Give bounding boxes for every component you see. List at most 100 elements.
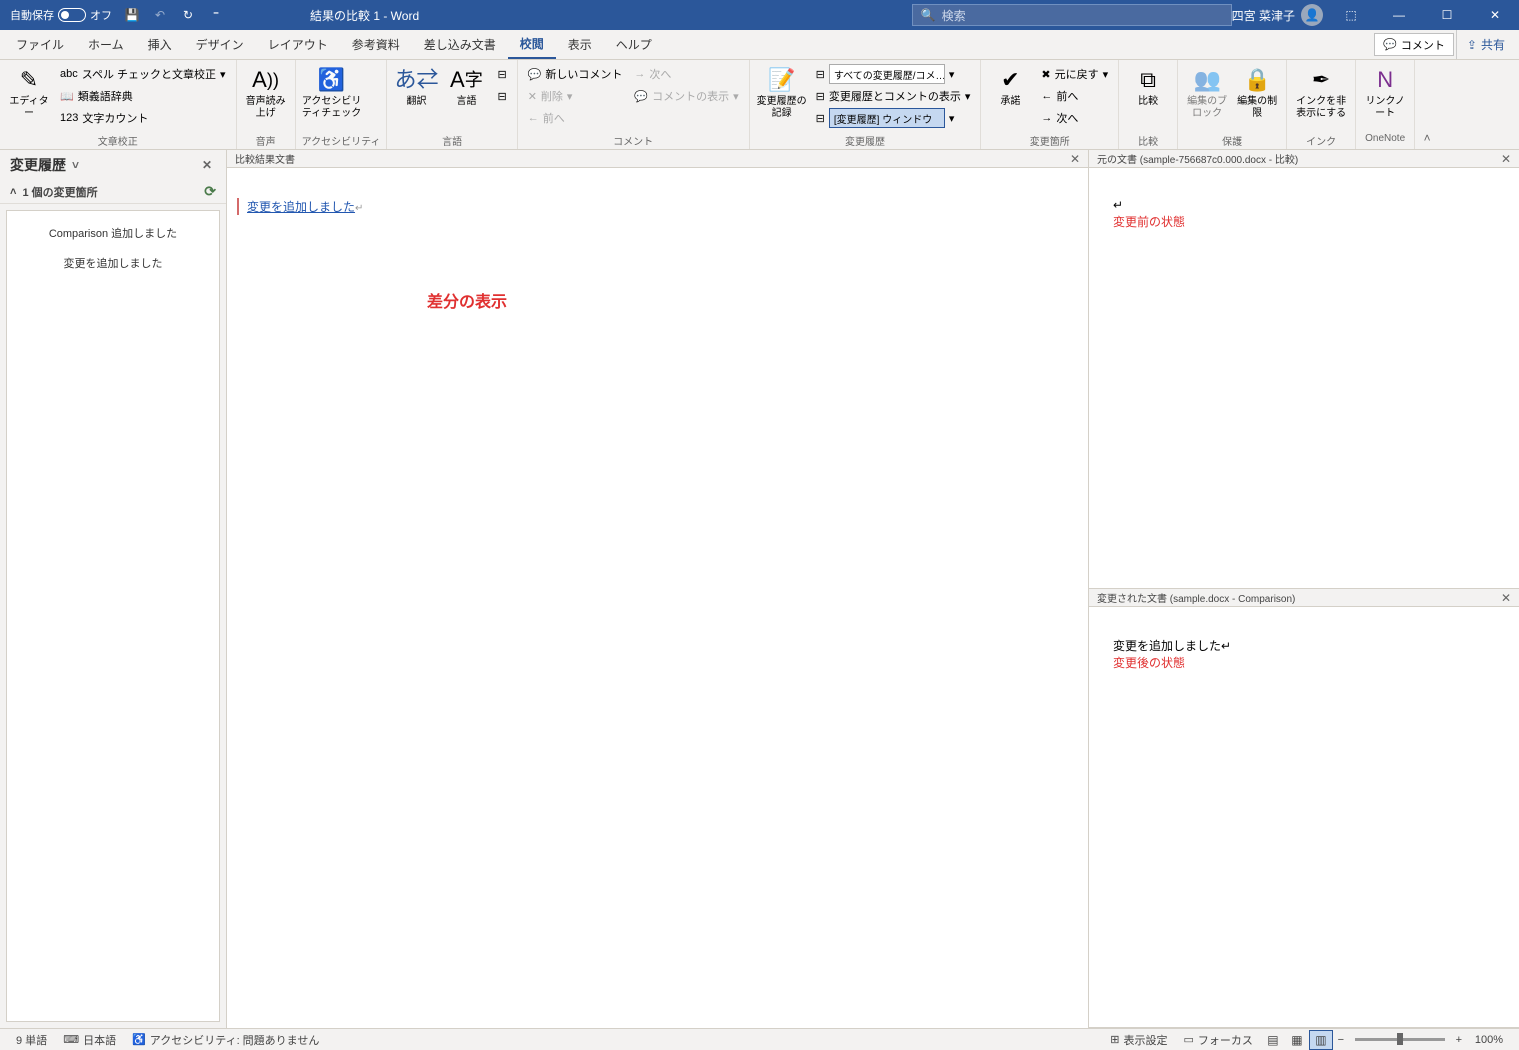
undo-button[interactable]: ↶ [146, 1, 174, 29]
show-comments-button[interactable]: 💬コメントの表示▾ [630, 86, 742, 106]
compare-pane-title: 比較結果文書 [235, 151, 295, 166]
zoom-in-button[interactable]: + [1451, 1034, 1467, 1046]
lang-opt1-button[interactable]: ⊟ [493, 64, 510, 84]
next-comment-label: 次へ [649, 66, 671, 82]
show-markup-label: 変更履歴とコメントの表示 [829, 88, 961, 104]
ribbon-display-button[interactable]: ⬚ [1331, 0, 1371, 30]
lang-opt-icon: ⊟ [497, 90, 506, 103]
compare-icon: ⧉ [1140, 66, 1156, 94]
editor-button[interactable]: ✎エディター [6, 62, 52, 120]
comment-button[interactable]: 💬コメント [1374, 33, 1454, 56]
collapse-ribbon-button[interactable]: ˄ [1415, 60, 1439, 149]
lang-opt2-button[interactable]: ⊟ [493, 86, 510, 106]
group-protect-label: 保護 [1184, 133, 1280, 149]
compare-button[interactable]: ⧉ 比較 [1125, 62, 1171, 108]
wordcount-button[interactable]: 123文字カウント [56, 108, 230, 128]
word-count-status[interactable]: 9 単語 [8, 1032, 55, 1048]
reviewing-pane-value[interactable]: [変更履歴] ウィンドウ [829, 108, 945, 128]
translate-button[interactable]: あ⇄翻訳 [393, 62, 439, 108]
block-authors-button[interactable]: 👥編集のブロック [1184, 62, 1230, 120]
readaloud-button[interactable]: A))音声読み上げ [243, 62, 289, 120]
compare-document-surface[interactable]: 変更を追加しました↵ 差分の表示 [227, 168, 1088, 1028]
web-layout-button[interactable]: ▥ [1309, 1030, 1333, 1050]
print-layout-button[interactable]: ▦ [1285, 1030, 1309, 1050]
user-account[interactable]: 四宮 菜津子 👤 [1232, 4, 1323, 26]
chevron-up-icon: ˄ [1424, 131, 1431, 145]
accept-button[interactable]: ✔承諾 [987, 62, 1033, 108]
search-box[interactable]: 🔍 検索 [912, 4, 1232, 26]
reject-button[interactable]: ✖元に戻す▾ [1037, 64, 1112, 84]
zoom-level[interactable]: 100% [1467, 1034, 1511, 1046]
next-icon: → [1041, 112, 1052, 124]
revisions-dropdown-button[interactable]: ˅ [66, 158, 85, 172]
minimize-button[interactable]: — [1379, 0, 1419, 30]
revisions-close-button[interactable]: ✕ [198, 158, 216, 172]
tab-home[interactable]: ホーム [76, 30, 136, 59]
linked-notes-button[interactable]: Nリンクノート [1362, 62, 1408, 120]
tab-layout[interactable]: レイアウト [256, 30, 340, 59]
show-markup-button[interactable]: ⊟変更履歴とコメントの表示▾ [812, 86, 975, 106]
thesaurus-button[interactable]: 📖類義語辞典 [56, 86, 230, 106]
tab-view[interactable]: 表示 [556, 30, 604, 59]
inserted-text[interactable]: 変更を追加しました [247, 200, 355, 214]
delete-comment-button[interactable]: ✕削除▾ [524, 86, 627, 106]
revision-text[interactable]: 変更を追加しました [17, 255, 209, 271]
revision-author[interactable]: Comparison 追加しました [17, 225, 209, 241]
accessibility-button[interactable]: ♿アクセシビリティチェック [302, 62, 362, 120]
maximize-button[interactable]: ☐ [1427, 0, 1467, 30]
compare-label: 比較 [1138, 96, 1158, 108]
display-mode-combo[interactable]: ⊟すべての変更履歴/コメ…▾ [812, 64, 975, 84]
close-button[interactable]: ✕ [1475, 0, 1515, 30]
tab-file[interactable]: ファイル [4, 30, 76, 59]
next-comment-button[interactable]: →次へ [630, 64, 742, 84]
restrict-editing-button[interactable]: 🔒編集の制限 [1234, 62, 1280, 120]
reviewing-pane-button[interactable]: ⊟[変更履歴] ウィンドウ▾ [812, 108, 975, 128]
prev-icon: ← [528, 112, 539, 124]
tab-mailings[interactable]: 差し込み文書 [412, 30, 508, 59]
redo-button[interactable]: ↻ [174, 1, 202, 29]
source-documents-column: 元の文書 (sample-756687c0.000.docx - 比較) ✕ ↵… [1089, 150, 1519, 1028]
focus-mode-button[interactable]: ▭フォーカス [1175, 1032, 1260, 1048]
tab-design[interactable]: デザイン [184, 30, 256, 59]
title-bar: 自動保存 オフ 💾 ↶ ↻ ⁼ 結果の比較 1 - Word 🔍 検索 四宮 菜… [0, 0, 1519, 30]
track-changes-button[interactable]: 📝変更履歴の記録 [756, 62, 808, 120]
group-changes-label: 変更箇所 [987, 133, 1112, 149]
revisions-collapse-icon[interactable]: ˄ [10, 186, 16, 198]
ribbon-tabs: ファイル ホーム 挿入 デザイン レイアウト 参考資料 差し込み文書 校閲 表示… [0, 30, 1519, 60]
tab-help[interactable]: ヘルプ [604, 30, 664, 59]
prev-comment-button[interactable]: ←前へ [524, 108, 627, 128]
next-change-button[interactable]: →次へ [1037, 108, 1112, 128]
avatar-icon: 👤 [1301, 4, 1323, 26]
save-button[interactable]: 💾 [118, 1, 146, 29]
zoom-slider[interactable] [1355, 1038, 1445, 1041]
prev-change-button[interactable]: ←前へ [1037, 86, 1112, 106]
tab-references[interactable]: 参考資料 [340, 30, 412, 59]
accessibility-status[interactable]: ♿アクセシビリティ: 問題ありません [124, 1032, 327, 1048]
new-comment-button[interactable]: 💬新しいコメント [524, 64, 627, 84]
autosave-toggle[interactable]: 自動保存 オフ [4, 7, 118, 23]
original-pane-close-button[interactable]: ✕ [1501, 152, 1511, 166]
track-changes-icon: 📝 [768, 66, 795, 94]
display-mode-value[interactable]: すべての変更履歴/コメ… [829, 64, 945, 84]
ribbon-display-icon: ⬚ [1345, 8, 1356, 22]
language-status[interactable]: ⌨日本語 [55, 1032, 124, 1048]
share-button[interactable]: ⇪共有 [1456, 30, 1515, 59]
group-comments: 💬新しいコメント ✕削除▾ ←前へ →次へ 💬コメントの表示▾ コメント [518, 60, 750, 149]
language-button[interactable]: A字言語 [443, 62, 489, 108]
chevron-down-icon: ▾ [567, 90, 573, 103]
compare-pane-close-button[interactable]: ✕ [1070, 152, 1080, 166]
refresh-button[interactable]: ⟳ [204, 183, 216, 200]
spellcheck-button[interactable]: abcスペル チェックと文章校正▾ [56, 64, 230, 84]
display-settings-button[interactable]: ⊞表示設定 [1102, 1032, 1175, 1048]
hide-ink-button[interactable]: ✒インクを非表示にする [1293, 62, 1349, 120]
autosave-label: 自動保存 [10, 7, 54, 23]
original-document-surface[interactable]: ↵ 変更前の状態 [1089, 168, 1519, 588]
read-mode-button[interactable]: ▤ [1261, 1030, 1285, 1050]
revised-document-surface[interactable]: 変更を追加しました↵ 変更後の状態 [1089, 607, 1519, 1027]
qat-customize-button[interactable]: ⁼ [202, 1, 230, 29]
editor-icon: ✎ [20, 66, 38, 94]
revised-pane-close-button[interactable]: ✕ [1501, 591, 1511, 605]
tab-insert[interactable]: 挿入 [136, 30, 184, 59]
tab-review[interactable]: 校閲 [508, 30, 556, 59]
zoom-out-button[interactable]: − [1333, 1034, 1349, 1046]
